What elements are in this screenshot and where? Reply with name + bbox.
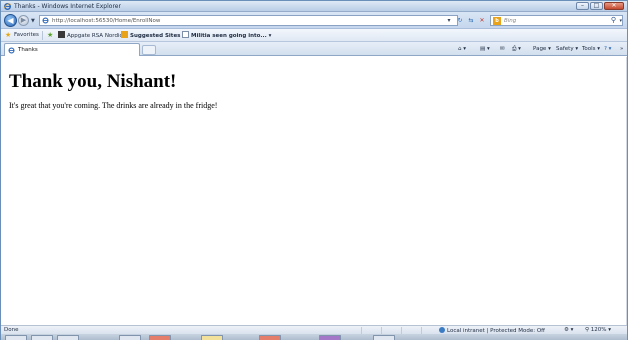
address-dropdown-icon[interactable]: ▾	[444, 15, 454, 26]
security-zone[interactable]: Local intranet | Protected Mode: Off	[439, 327, 545, 334]
globe-icon	[439, 327, 445, 333]
address-url[interactable]: http://localhost:56530/Home/EnrollNow	[52, 18, 160, 24]
suggested-sites-icon	[121, 31, 128, 38]
favorites-button[interactable]: ★ Favorites	[5, 31, 39, 40]
navigation-bar: ◀ ▶ ▼ http://localhost:56530/Home/Enroll…	[1, 12, 627, 29]
maximize-button[interactable]: □	[590, 2, 603, 10]
stop-icon[interactable]: ✕	[477, 15, 487, 26]
star-icon: ★	[5, 31, 12, 39]
zoom-control[interactable]: ⚲ 120% ▾	[585, 327, 611, 333]
taskbar-button[interactable]	[259, 335, 281, 340]
taskbar-button[interactable]	[319, 335, 341, 340]
thanks-message: It's great that you're coming. The drink…	[9, 101, 218, 110]
page-heading: Thank you, Nishant!	[9, 71, 177, 92]
taskbar-button[interactable]	[373, 335, 395, 340]
add-to-favorites-icon[interactable]: ★	[47, 31, 56, 40]
separator	[401, 327, 402, 334]
status-tools-icon[interactable]: ⚙ ▾	[564, 327, 573, 333]
back-button[interactable]: ◀	[4, 14, 17, 27]
zoom-level: 120%	[590, 327, 607, 333]
browser-window: Thanks - Windows Internet Explorer – □ ✕…	[0, 0, 628, 340]
print-icon[interactable]: ⎙ ▾	[512, 45, 521, 54]
favorite-label: Militia seen going into... ▾	[191, 33, 272, 39]
status-text: Done	[4, 327, 19, 333]
mail-icon[interactable]: ✉	[500, 45, 505, 54]
favorite-label: Appgate RSA Nordic	[67, 33, 123, 39]
address-bar[interactable]: http://localhost:56530/Home/EnrollNow	[39, 15, 458, 26]
favorite-suggested-sites[interactable]: Suggested Sites ▾	[121, 31, 185, 40]
taskbar-button[interactable]	[57, 335, 79, 340]
taskbar-button[interactable]	[201, 335, 223, 340]
help-icon[interactable]: ? ▾	[604, 45, 611, 54]
tools-menu[interactable]: Tools ▾	[582, 45, 600, 54]
content-border	[626, 57, 627, 325]
taskbar-button[interactable]	[149, 335, 171, 340]
taskbar-button[interactable]	[5, 335, 27, 340]
taskbar-button[interactable]	[31, 335, 53, 340]
compatibility-view-icon[interactable]: ⇆	[466, 15, 476, 26]
separator	[361, 327, 362, 334]
status-bar: Done Local intranet | Protected Mode: Of…	[1, 325, 627, 334]
page-menu[interactable]: Page ▾	[533, 45, 551, 54]
site-icon	[58, 31, 65, 38]
tab-bar: Thanks ⌂ ▾ ▤ ▾ ✉ ⎙ ▾ Page ▾ Safety ▾ Too…	[1, 42, 627, 56]
search-box[interactable]: b Bing ⚲ ▾	[490, 15, 623, 26]
page-icon	[182, 31, 189, 38]
favorites-label: Favorites	[14, 32, 39, 38]
page-icon	[42, 17, 49, 24]
favorites-bar: ★ Favorites ★ Appgate RSA Nordic Suggeste…	[1, 29, 627, 42]
search-placeholder[interactable]: Bing	[504, 18, 516, 24]
ie-logo-icon	[4, 3, 11, 10]
taskbar	[1, 334, 627, 340]
separator	[381, 327, 382, 334]
close-window-button[interactable]: ✕	[604, 2, 624, 10]
page-icon	[8, 47, 15, 54]
taskbar-button[interactable]	[119, 335, 141, 340]
search-options-dropdown[interactable]: ▾	[619, 18, 622, 24]
more-commands-icon[interactable]: »	[620, 45, 623, 54]
separator	[42, 31, 43, 40]
forward-button[interactable]: ▶	[18, 15, 29, 26]
new-tab-button[interactable]	[142, 45, 156, 55]
recent-pages-dropdown[interactable]: ▼	[31, 18, 35, 24]
home-icon[interactable]: ⌂ ▾	[458, 45, 466, 54]
tab-thanks[interactable]: Thanks	[4, 43, 140, 56]
title-bar: Thanks - Windows Internet Explorer – □ ✕	[1, 1, 627, 12]
search-icon[interactable]: ⚲	[611, 16, 616, 24]
zoom-dropdown-icon[interactable]: ▾	[608, 327, 611, 333]
separator	[421, 327, 422, 334]
safety-menu[interactable]: Safety ▾	[556, 45, 578, 54]
bing-logo-icon: b	[493, 17, 501, 25]
minimize-button[interactable]: –	[576, 2, 589, 10]
feeds-icon[interactable]: ▤ ▾	[480, 45, 490, 54]
favorite-label: Suggested Sites ▾	[130, 33, 186, 39]
window-title: Thanks - Windows Internet Explorer	[14, 3, 121, 10]
tab-label: Thanks	[18, 47, 38, 53]
page-content: Thank you, Nishant! It's great that you'…	[1, 57, 627, 325]
favorite-militia-link[interactable]: Militia seen going into... ▾	[182, 31, 271, 40]
refresh-icon[interactable]: ↻	[455, 15, 465, 26]
favorite-link-appgate[interactable]: Appgate RSA Nordic	[58, 31, 123, 40]
